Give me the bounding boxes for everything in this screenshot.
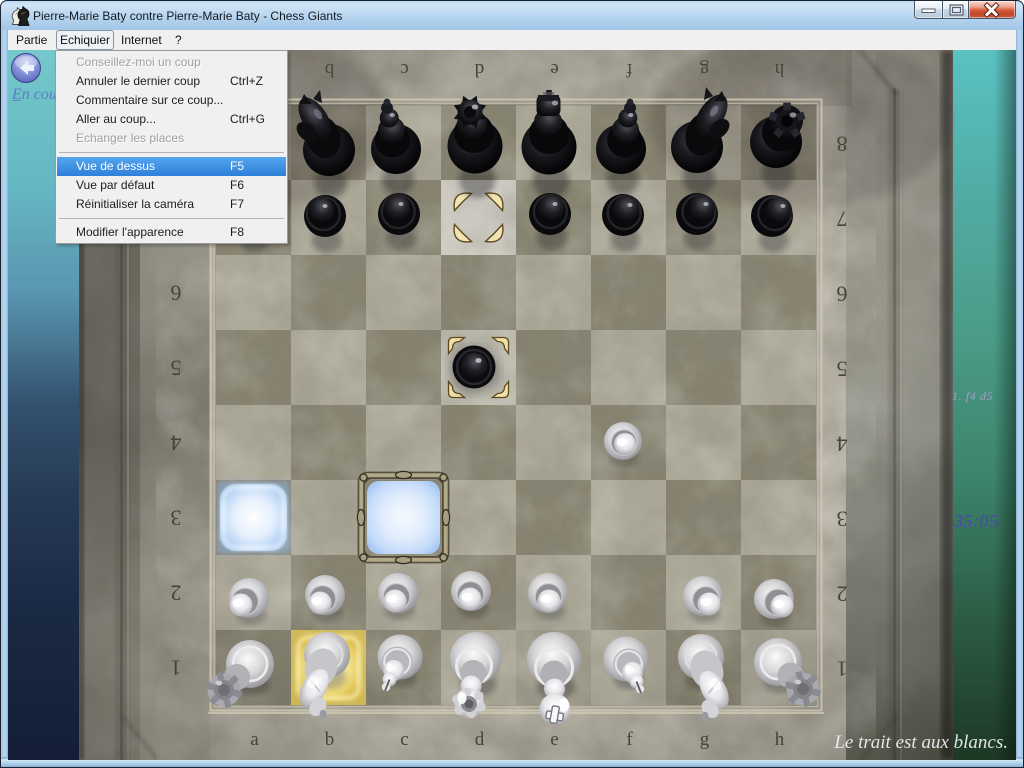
svg-text:2: 2	[837, 582, 848, 607]
svg-text:35:05: 35:05	[953, 511, 999, 531]
svg-text:6: 6	[171, 281, 182, 306]
svg-text:d: d	[475, 729, 485, 750]
svg-text:8: 8	[837, 132, 848, 157]
svg-text:c: c	[400, 729, 408, 750]
svg-text:h: h	[774, 59, 784, 80]
svg-text:3: 3	[171, 506, 182, 531]
svg-text:1: 1	[171, 656, 182, 681]
svg-text:b: b	[325, 729, 335, 750]
svg-text:f: f	[626, 59, 633, 80]
svg-text:d: d	[474, 59, 484, 80]
svg-text:6: 6	[837, 282, 848, 307]
svg-text:2: 2	[171, 581, 182, 606]
svg-text:e: e	[550, 729, 558, 750]
svg-text:g: g	[699, 59, 709, 80]
svg-text:h: h	[775, 729, 785, 750]
svg-text:1: 1	[837, 657, 848, 682]
svg-text:e: e	[550, 59, 558, 80]
svg-text:f: f	[626, 729, 633, 750]
svg-text:1. f4 d5: 1. f4 d5	[952, 389, 993, 403]
svg-text:c: c	[400, 59, 408, 80]
svg-text:g: g	[700, 729, 710, 750]
svg-text:4: 4	[171, 431, 182, 456]
svg-text:3: 3	[837, 507, 848, 532]
svg-text:4: 4	[837, 432, 848, 457]
svg-text:a: a	[250, 729, 259, 750]
svg-text:7: 7	[837, 207, 848, 232]
svg-text:Le trait est aux blancs.: Le trait est aux blancs.	[833, 732, 1008, 753]
svg-text:5: 5	[171, 356, 182, 381]
svg-text:5: 5	[837, 357, 848, 382]
svg-text:b: b	[325, 59, 335, 80]
